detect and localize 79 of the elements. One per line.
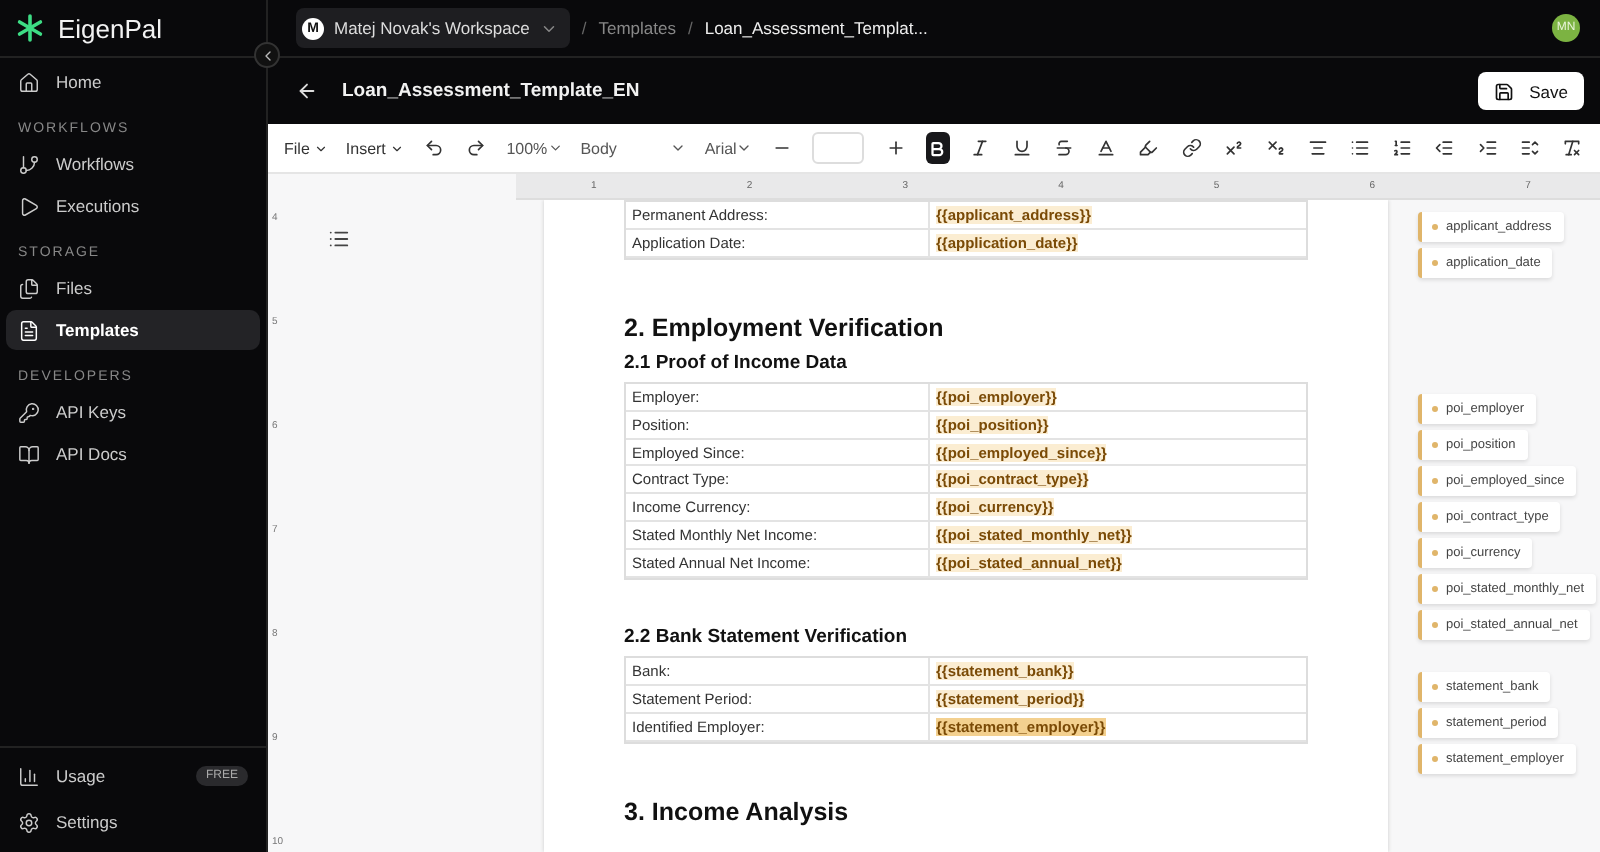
chevron-down-icon (736, 140, 753, 156)
dot-icon (1432, 550, 1438, 556)
sidebar-item[interactable]: Files (6, 268, 260, 308)
breadcrumb[interactable]: Templates (598, 18, 676, 38)
font-select[interactable]: Arial (704, 139, 753, 157)
dot-icon (1432, 478, 1438, 484)
link-icon (1181, 138, 1202, 158)
section-heading: 2. Employment Verification (624, 313, 946, 342)
settings-icon (18, 811, 40, 833)
caret-icon (313, 141, 328, 155)
indent-icon (1477, 138, 1498, 158)
breadcrumb-separator: / (581, 18, 587, 38)
dot-icon (1432, 586, 1438, 592)
numbered-list-icon (1392, 138, 1413, 158)
bold-button[interactable] (925, 132, 950, 164)
house-icon (18, 71, 40, 93)
item-label: Settings (56, 812, 118, 832)
workspace-name: Matej Novak's Workspace (334, 18, 530, 38)
redo-icon (466, 138, 487, 158)
key-icon (18, 401, 40, 423)
underline-icon (1011, 138, 1032, 158)
dot-icon (1432, 224, 1438, 230)
breadcrumb-separator: / (687, 18, 693, 38)
document-title: Loan_Assessment_Template_EN (342, 80, 640, 102)
outdent-icon (1434, 138, 1455, 158)
insert-menu[interactable]: Insert (345, 139, 404, 157)
zoom-select[interactable]: 100% (506, 139, 563, 157)
style-select[interactable]: Body (580, 139, 687, 157)
chevron-down-icon (547, 140, 563, 156)
item-label: Usage (56, 766, 106, 786)
line-spacing-icon (1519, 138, 1540, 158)
font-size-input[interactable] (812, 132, 865, 164)
undo-icon (423, 138, 444, 158)
dot-icon (1432, 442, 1438, 448)
sidebar-item[interactable]: API Docs (6, 434, 260, 474)
document-icon (18, 319, 40, 341)
sidebar-item[interactable]: Templates (6, 310, 260, 350)
back-arrow-icon[interactable] (296, 80, 318, 102)
play-icon (18, 195, 40, 217)
dot-icon (1432, 260, 1438, 266)
chevron-down-icon (670, 140, 687, 156)
clear-formatting-icon (1561, 138, 1582, 158)
section-heading: 3. Income Analysis (624, 797, 851, 826)
brand-name: EigenPal (58, 13, 163, 43)
asterisk-logo-icon (16, 14, 44, 42)
breadcrumb[interactable]: Loan_Assessment_Templat... (704, 18, 928, 38)
sidebar-item[interactable]: Settings (6, 802, 260, 842)
bar-chart-icon (18, 765, 40, 787)
text-color-icon (1096, 138, 1117, 158)
sidebar-item[interactable]: API Keys (6, 392, 260, 432)
superscript-icon (1223, 138, 1244, 158)
sidebar-item[interactable]: Executions (6, 186, 260, 226)
italic-icon (969, 138, 990, 158)
subsection-heading: 2.2 Bank Statement Verification (624, 626, 909, 649)
collapse-button[interactable] (254, 42, 280, 68)
save-icon (1493, 81, 1514, 101)
subsection-heading: 2.1 Proof of Income Data (624, 351, 849, 374)
dot-icon (1432, 684, 1438, 690)
files-icon (18, 277, 40, 299)
branch-icon (18, 153, 40, 175)
book-icon (18, 443, 40, 465)
bullet-list-icon (1350, 138, 1371, 158)
highlighter-icon (1138, 138, 1159, 158)
bold-icon (928, 139, 947, 157)
plus-icon (885, 138, 906, 158)
dot-icon (1432, 622, 1438, 628)
caret-icon (389, 141, 404, 155)
sidebar-item[interactable]: Home (6, 62, 260, 102)
file-menu[interactable]: File (284, 139, 328, 157)
dot-icon (1432, 720, 1438, 726)
sidebar-item[interactable]: Workflows (6, 144, 260, 184)
subscript-icon (1265, 138, 1286, 158)
dot-icon (1432, 406, 1438, 412)
dot-icon (1432, 514, 1438, 520)
save-button[interactable]: Save (1477, 72, 1584, 110)
outline-icon[interactable] (328, 228, 350, 250)
align-center-icon (1307, 138, 1328, 158)
dot-icon (1432, 756, 1438, 762)
strikethrough-icon (1054, 138, 1075, 158)
